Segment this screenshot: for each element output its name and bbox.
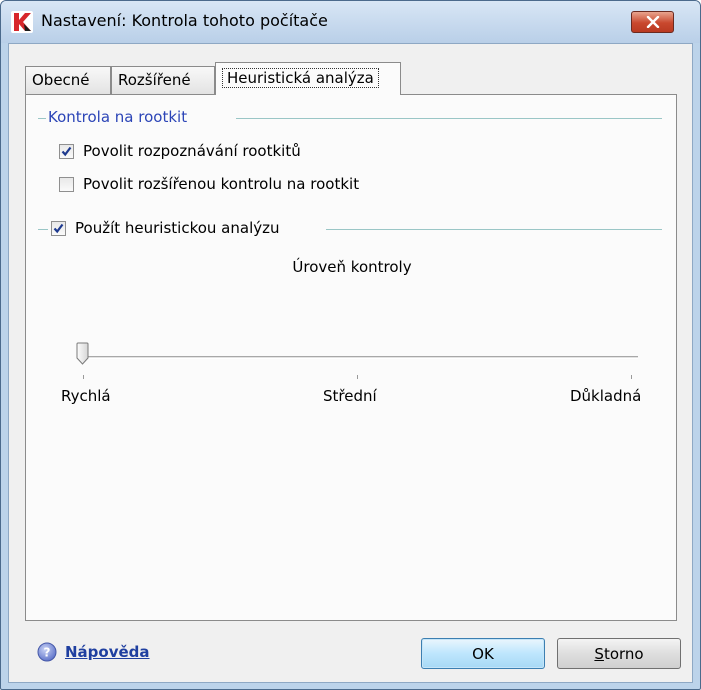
kaspersky-k-icon bbox=[11, 11, 33, 33]
group-divider bbox=[236, 118, 662, 119]
ok-button[interactable]: OK bbox=[421, 638, 545, 669]
group-divider bbox=[38, 118, 46, 119]
scan-level-track[interactable] bbox=[78, 356, 638, 359]
svg-text:?: ? bbox=[44, 646, 51, 660]
scan-level-title: Úroveň kontroly bbox=[292, 258, 412, 276]
window-title: Nastavení: Kontrola tohoto počítače bbox=[41, 11, 328, 30]
checkbox-label: Povolit rozšířenou kontrolu na rootkit bbox=[83, 175, 360, 193]
tab-label: Heuristická analýza bbox=[222, 68, 379, 88]
cancel-accelerator: S bbox=[594, 644, 604, 663]
settings-dialog: Nastavení: Kontrola tohoto počítače Obec… bbox=[0, 0, 701, 690]
checkbox-box[interactable] bbox=[59, 143, 74, 159]
checkbox-box[interactable] bbox=[51, 220, 66, 236]
level-label-thorough: Důkladná bbox=[570, 387, 642, 405]
slider-tick bbox=[631, 375, 632, 379]
use-heuristic-analysis-checkbox[interactable]: Použít heuristickou analýzu bbox=[51, 219, 280, 237]
tab-panel: Kontrola na rootkit Povolit rozpoznávání… bbox=[25, 94, 677, 621]
checkbox-label: Povolit rozpoznávání rootkitů bbox=[83, 142, 301, 160]
help-area: ? Nápověda bbox=[37, 642, 150, 662]
level-label-fast: Rychlá bbox=[61, 387, 111, 405]
slider-tick bbox=[83, 375, 84, 379]
close-x-icon bbox=[646, 16, 659, 28]
cancel-label-rest: torno bbox=[603, 644, 644, 663]
checkbox-label: Použít heuristickou analýzu bbox=[75, 219, 280, 237]
tab-heuristicka-analyza[interactable]: Heuristická analýza bbox=[215, 62, 401, 95]
rootkit-group-title: Kontrola na rootkit bbox=[48, 108, 188, 126]
title-bar[interactable]: Nastavení: Kontrola tohoto počítače bbox=[1, 1, 700, 43]
tab-rozsirene[interactable]: Rozšířené bbox=[111, 66, 215, 94]
close-button[interactable] bbox=[631, 11, 674, 33]
group-divider bbox=[38, 229, 48, 230]
scan-level-slider-thumb[interactable] bbox=[76, 342, 89, 365]
slider-tick bbox=[357, 375, 358, 379]
cancel-button-label: Storno bbox=[594, 645, 643, 663]
checkmark-icon bbox=[61, 146, 72, 156]
ok-button-label: OK bbox=[472, 644, 494, 663]
help-question-icon[interactable]: ? bbox=[37, 642, 57, 662]
group-divider bbox=[326, 229, 662, 230]
enable-extended-rootkit-scan-checkbox[interactable]: Povolit rozšířenou kontrolu na rootkit bbox=[59, 175, 359, 193]
checkmark-icon bbox=[53, 223, 64, 233]
help-link[interactable]: Nápověda bbox=[65, 643, 150, 661]
cancel-button[interactable]: Storno bbox=[557, 638, 681, 669]
enable-rootkit-detection-checkbox[interactable]: Povolit rozpoznávání rootkitů bbox=[59, 142, 301, 160]
level-label-medium: Střední bbox=[323, 387, 377, 405]
checkbox-box[interactable] bbox=[59, 176, 74, 192]
dialog-body: Obecné Rozšířené Heuristická analýza Kon… bbox=[8, 43, 693, 683]
tab-obecne[interactable]: Obecné bbox=[25, 66, 111, 94]
